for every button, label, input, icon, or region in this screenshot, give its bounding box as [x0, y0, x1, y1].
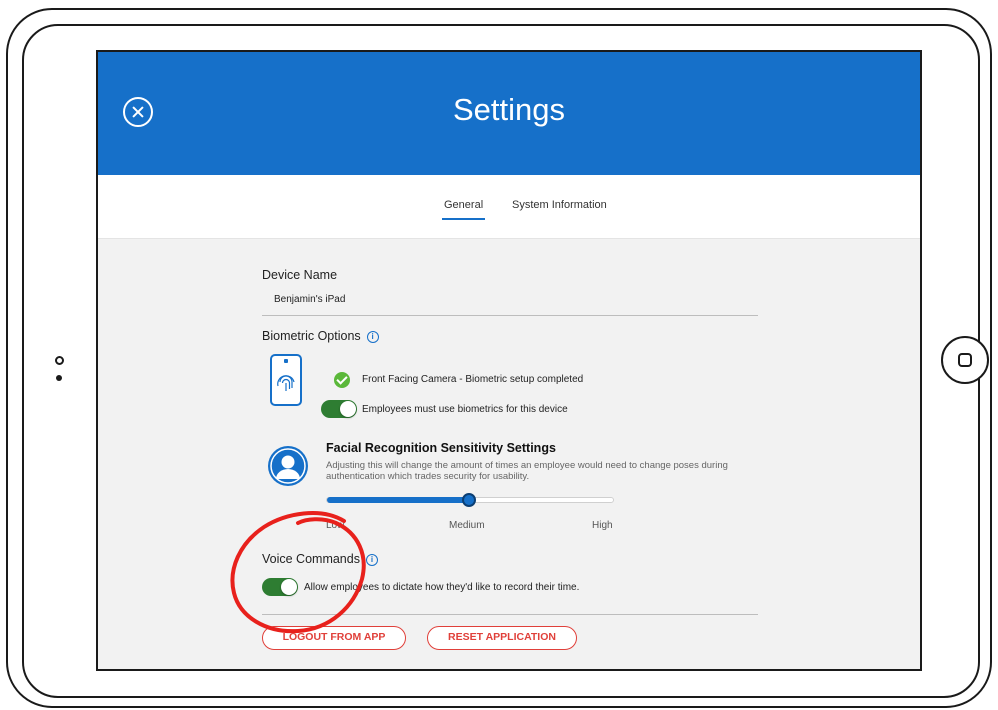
sensitivity-slider-fill	[327, 497, 471, 503]
phone-fingerprint-icon	[270, 354, 302, 406]
facial-sensitivity-title: Facial Recognition Sensitivity Settings	[326, 441, 556, 455]
sensor-icon	[56, 375, 62, 381]
tab-general[interactable]: General	[441, 199, 486, 220]
slider-label-low: Low	[326, 520, 345, 531]
biometrics-required-toggle[interactable]	[321, 400, 357, 418]
voice-commands-underline	[262, 614, 758, 615]
header-bar: Settings	[98, 52, 920, 175]
home-button-icon[interactable]	[941, 336, 989, 384]
device-name-label: Device Name	[262, 268, 338, 282]
biometrics-required-label: Employees must use biometrics for this d…	[362, 404, 568, 415]
voice-commands-label: Voice Commands i	[262, 552, 378, 566]
voice-commands-text: Voice Commands	[262, 552, 360, 566]
facial-sensitivity-description: Adjusting this will change the amount of…	[326, 460, 728, 482]
biometric-status-text: Front Facing Camera - Biometric setup co…	[362, 374, 584, 385]
device-name-field[interactable]: Benjamin's iPad	[274, 294, 345, 305]
tab-system-information[interactable]: System Information	[512, 199, 607, 211]
voice-commands-toggle-label: Allow employees to dictate how they'd li…	[304, 582, 580, 593]
device-name-underline	[262, 315, 758, 316]
tab-bar: General System Information	[98, 175, 920, 239]
check-circle-icon	[334, 372, 350, 388]
logout-button[interactable]: LOGOUT FROM APP	[262, 626, 406, 650]
person-avatar-icon	[268, 446, 308, 486]
page-title: Settings	[452, 92, 565, 127]
biometric-options-text: Biometric Options	[262, 329, 361, 343]
slider-label-medium: Medium	[449, 520, 485, 531]
voice-commands-toggle[interactable]	[262, 578, 298, 596]
settings-screen: Settings General System Information Devi…	[96, 50, 922, 671]
camera-icon	[55, 356, 64, 365]
slider-label-high: High	[592, 520, 613, 531]
info-icon[interactable]: i	[365, 553, 378, 566]
info-icon[interactable]: i	[366, 330, 379, 343]
biometric-options-label: Biometric Options i	[262, 329, 379, 343]
sensitivity-slider-thumb[interactable]	[462, 493, 476, 507]
reset-application-button[interactable]: RESET APPLICATION	[427, 626, 577, 650]
